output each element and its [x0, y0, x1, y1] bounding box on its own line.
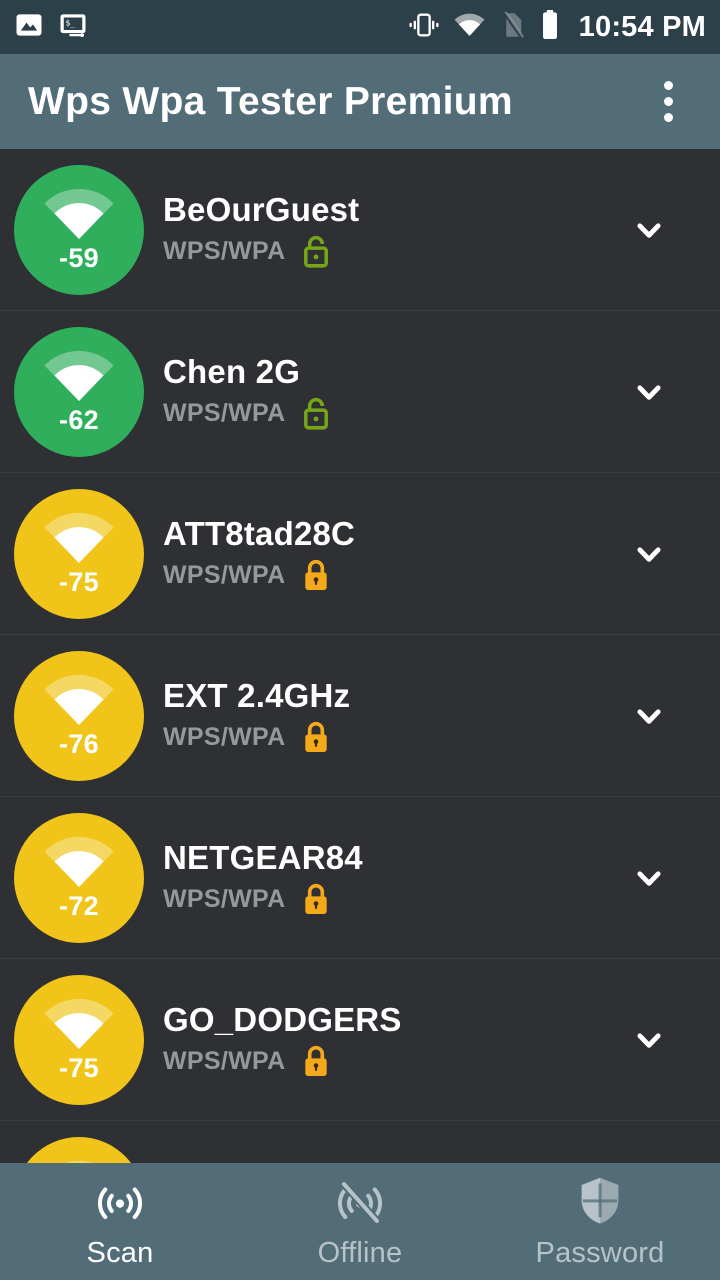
- network-list[interactable]: -59 BeOurGuest WPS/WPA -62 Chen 2G WPS/WPA -75…: [0, 149, 720, 1163]
- network-ssid: ATT8tad28C: [163, 515, 356, 552]
- app-screen: $_ 10:54 PM Wps Wpa Tester Premium -59 B…: [0, 0, 720, 1280]
- app-bar: Wps Wpa Tester Premium: [0, 54, 720, 149]
- network-row[interactable]: -76 EXT 2.4GHz WPS/WPA: [0, 635, 720, 797]
- overflow-dot: [663, 97, 673, 106]
- image-icon: [14, 10, 44, 45]
- wifi-signal-icon: [42, 512, 116, 565]
- shield-icon: [577, 1173, 623, 1229]
- network-info: Chen 2G WPS/WPA: [163, 353, 331, 430]
- lock-closed-icon: [301, 720, 331, 754]
- network-row[interactable]: -75 GO_DODGERS WPS/WPA: [0, 959, 720, 1121]
- network-ssid: GO_DODGERS: [163, 1001, 402, 1038]
- wifi-signal-icon: [42, 188, 116, 241]
- network-ssid: Chen 2G: [163, 353, 301, 390]
- svg-text:$_: $_: [66, 18, 76, 27]
- network-row[interactable]: -62 Chen 2G WPS/WPA: [0, 311, 720, 473]
- nav-item-password[interactable]: Password: [480, 1163, 720, 1280]
- chevron-down-icon[interactable]: [626, 693, 672, 739]
- network-security-type: WPS/WPA: [163, 884, 286, 913]
- no-sim-icon: [499, 10, 526, 45]
- nav-item-offline[interactable]: Offline: [240, 1163, 480, 1280]
- battery-icon: [539, 9, 561, 45]
- wifi-signal-icon: [42, 350, 116, 403]
- signal-value: -75: [59, 566, 99, 597]
- status-bar-left-icons: $_: [14, 10, 88, 45]
- network-row[interactable]: -59 BeOurGuest WPS/WPA: [0, 149, 720, 311]
- network-security-line: WPS/WPA: [163, 720, 350, 754]
- signal-value: -75: [59, 1052, 99, 1083]
- signal-value: -72: [59, 890, 99, 921]
- network-row[interactable]: [0, 1121, 720, 1163]
- status-bar-right-icons: 10:54 PM: [408, 9, 706, 45]
- nav-item-label: Offline: [317, 1237, 403, 1269]
- chevron-down-icon[interactable]: [626, 369, 672, 415]
- network-security-type: WPS/WPA: [163, 560, 286, 589]
- network-ssid: EXT 2.4GHz: [163, 677, 351, 714]
- signal-strength-badge: -59: [14, 164, 144, 295]
- signal-strength-badge: -75: [14, 974, 144, 1105]
- network-security-type: WPS/WPA: [163, 236, 286, 265]
- terminal-icon: $_: [58, 10, 88, 45]
- more-vertical-icon[interactable]: [644, 73, 692, 131]
- signal-value: -59: [59, 242, 99, 273]
- lock-open-icon: [301, 396, 331, 430]
- network-ssid: NETGEAR84: [163, 839, 363, 876]
- network-info: ATT8tad28C WPS/WPA: [163, 515, 355, 592]
- network-row[interactable]: -75 ATT8tad28C WPS/WPA: [0, 473, 720, 635]
- network-security-line: WPS/WPA: [163, 396, 331, 430]
- network-info: EXT 2.4GHz WPS/WPA: [163, 677, 350, 754]
- lock-closed-icon: [301, 558, 331, 592]
- signal-strength-badge: -62: [14, 326, 144, 457]
- wifi-signal-icon: [42, 998, 116, 1051]
- network-info: NETGEAR84 WPS/WPA: [163, 839, 363, 916]
- network-security-line: WPS/WPA: [163, 234, 359, 268]
- status-bar: $_ 10:54 PM: [0, 0, 720, 54]
- lock-closed-icon: [301, 882, 331, 916]
- signal-strength-badge: [14, 1137, 144, 1163]
- overflow-dot: [663, 113, 673, 122]
- network-security-line: WPS/WPA: [163, 1044, 402, 1078]
- wifi-icon: [453, 11, 486, 43]
- chevron-down-icon[interactable]: [626, 1017, 672, 1063]
- lock-open-icon: [301, 234, 331, 268]
- wifi-signal-icon: [42, 674, 116, 727]
- signal-strength-badge: -75: [14, 488, 144, 619]
- overflow-dot: [663, 81, 673, 90]
- page-title: Wps Wpa Tester Premium: [28, 79, 513, 123]
- lock-closed-icon: [301, 1044, 331, 1078]
- network-security-line: WPS/WPA: [163, 882, 363, 916]
- vibrate-icon: [408, 10, 440, 45]
- chevron-down-icon[interactable]: [626, 531, 672, 577]
- chevron-down-icon[interactable]: [626, 855, 672, 901]
- nav-item-label: Scan: [86, 1237, 154, 1269]
- signal-value: -76: [59, 728, 99, 759]
- network-info: GO_DODGERS WPS/WPA: [163, 1001, 402, 1078]
- network-security-type: WPS/WPA: [163, 398, 286, 427]
- network-row[interactable]: -72 NETGEAR84 WPS/WPA: [0, 797, 720, 959]
- signal-value: -62: [59, 404, 99, 435]
- wifi-signal-icon: [42, 836, 116, 889]
- network-ssid: BeOurGuest: [163, 191, 360, 228]
- radar-off-icon: [334, 1173, 386, 1229]
- bottom-navigation[interactable]: Scan Offline Password: [0, 1163, 720, 1280]
- nav-item-label: Password: [535, 1237, 665, 1269]
- radar-icon: [94, 1173, 146, 1229]
- network-info: BeOurGuest WPS/WPA: [163, 191, 359, 268]
- signal-strength-badge: -72: [14, 812, 144, 943]
- chevron-down-icon[interactable]: [626, 207, 672, 253]
- network-security-type: WPS/WPA: [163, 722, 286, 751]
- network-security-line: WPS/WPA: [163, 558, 355, 592]
- nav-item-scan[interactable]: Scan: [0, 1163, 240, 1280]
- status-bar-clock: 10:54 PM: [578, 10, 706, 43]
- network-security-type: WPS/WPA: [163, 1046, 286, 1075]
- signal-strength-badge: -76: [14, 650, 144, 781]
